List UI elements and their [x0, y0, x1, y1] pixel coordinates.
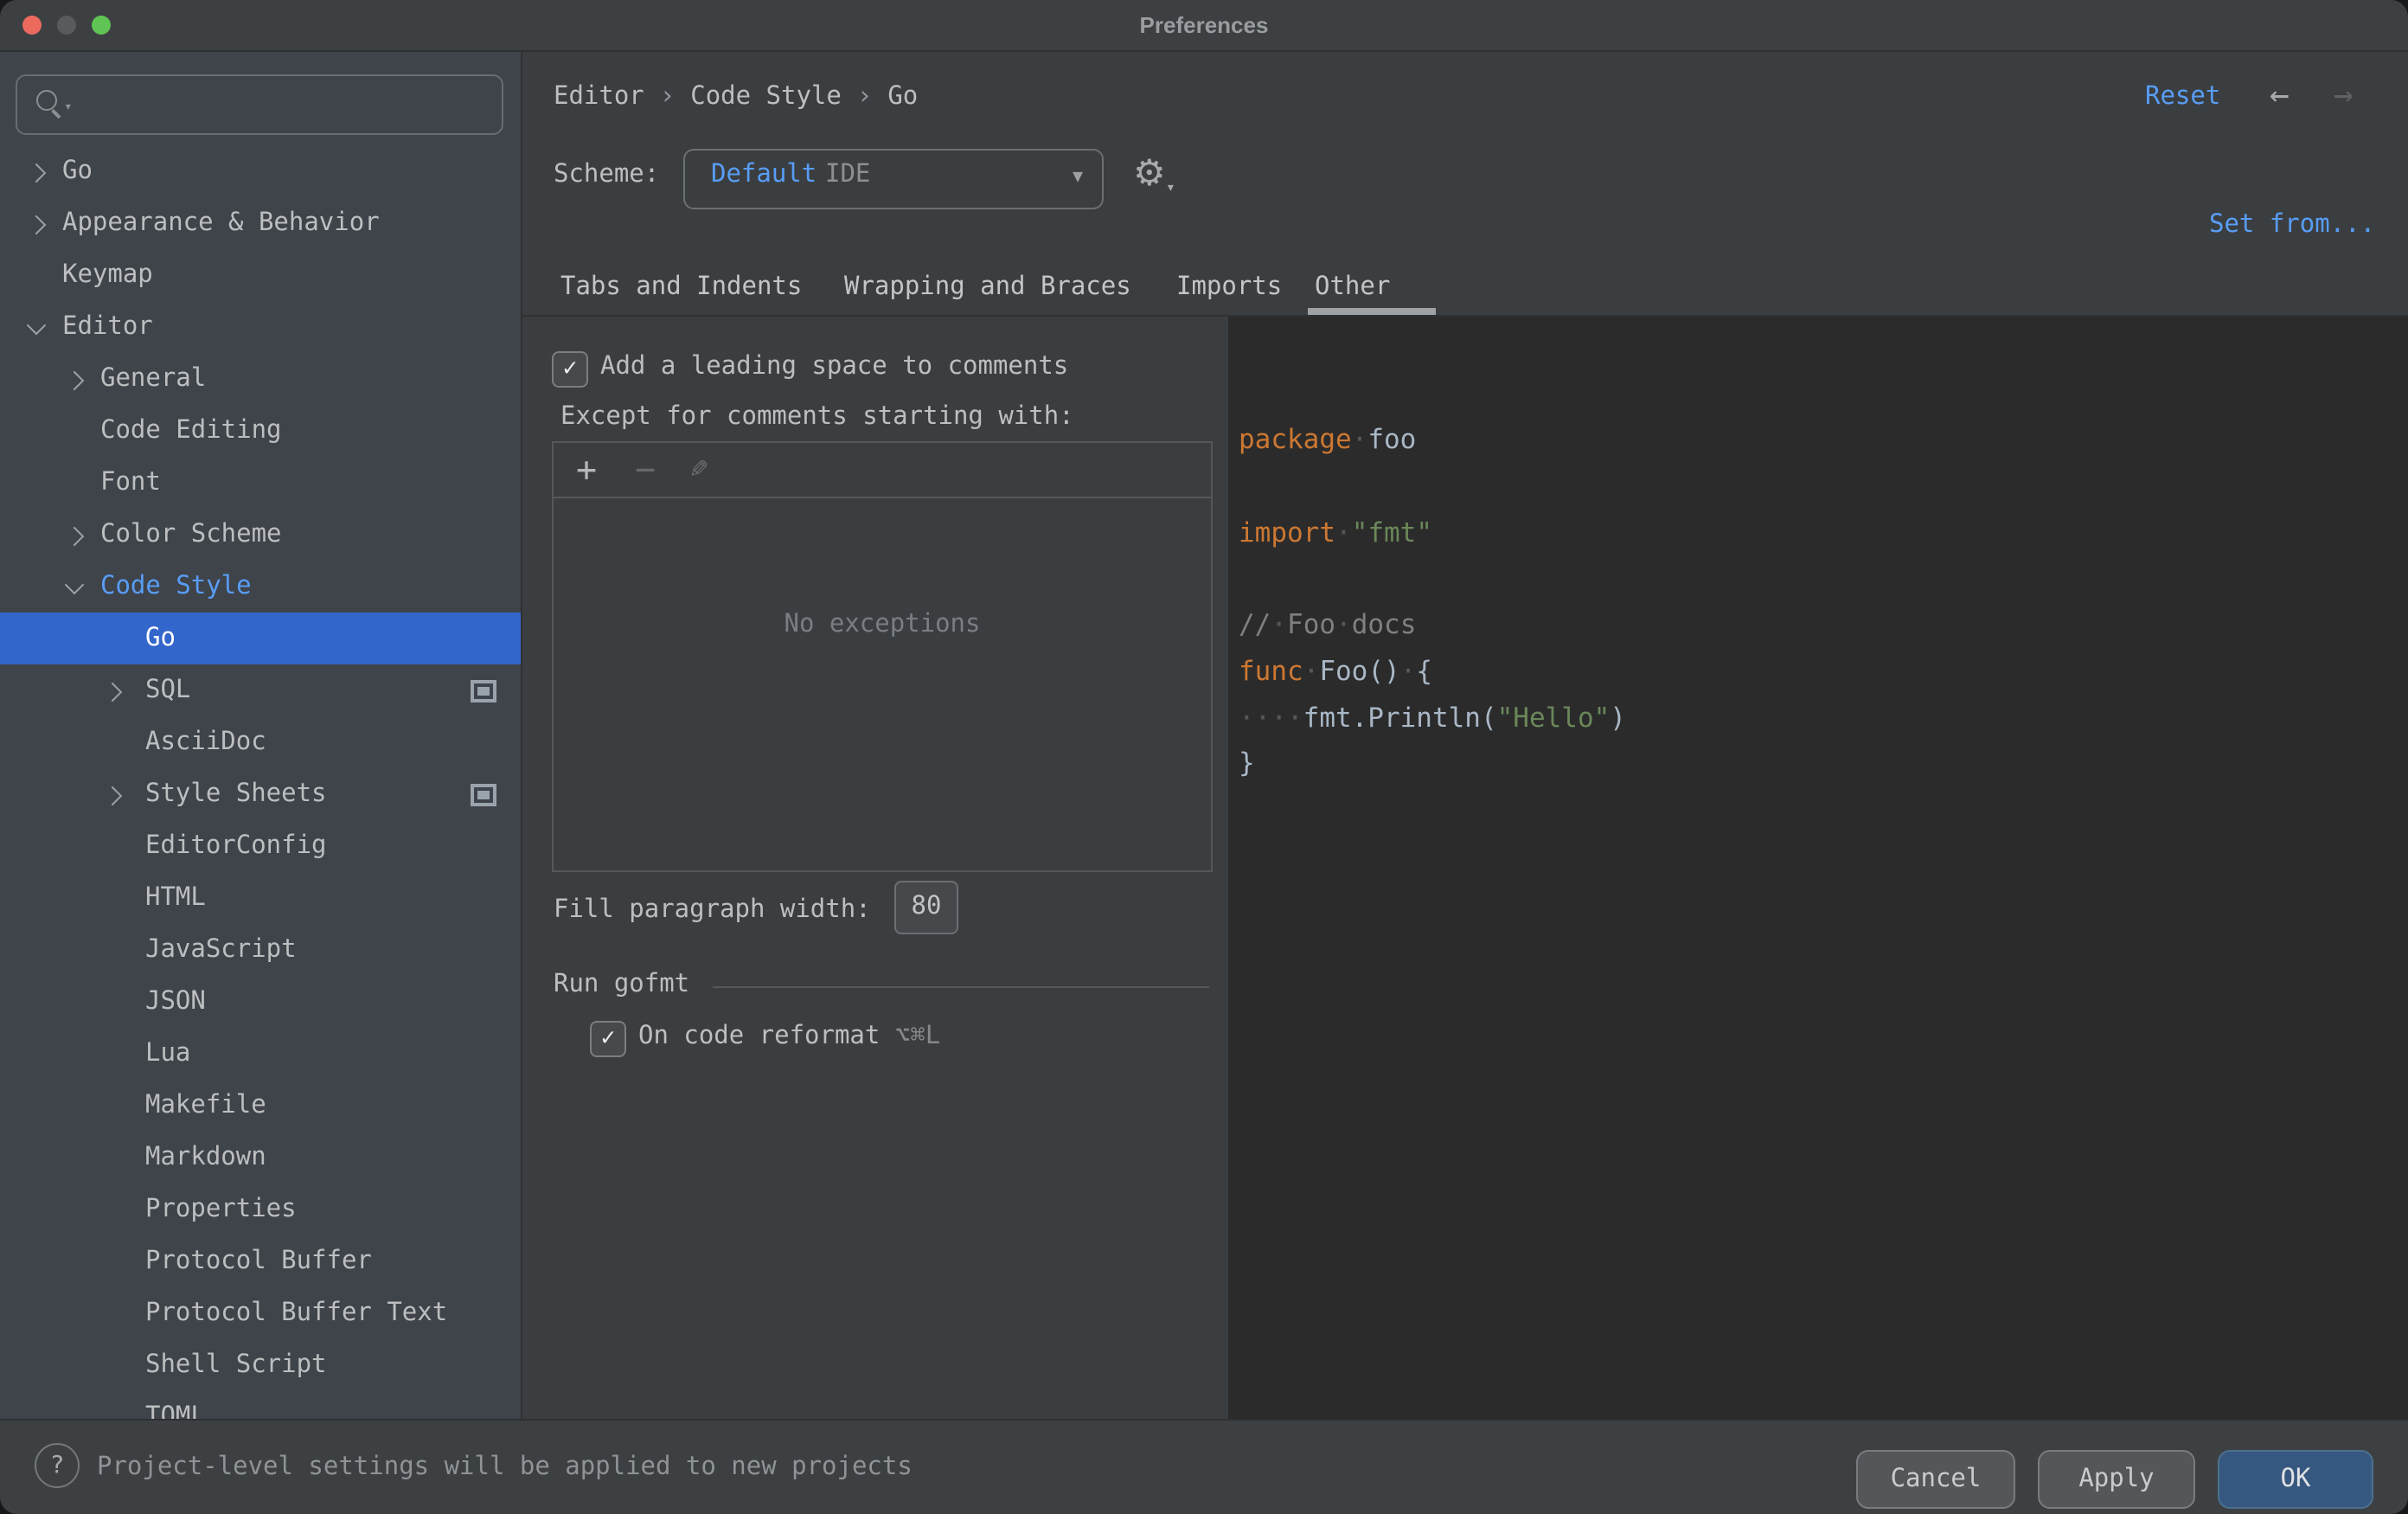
forward-arrow-icon: →	[2334, 76, 2354, 114]
breadcrumb-separator: ›	[644, 83, 690, 111]
chevron-right-icon[interactable]	[65, 371, 85, 391]
sidebar-item-markdown[interactable]: Markdown	[0, 1132, 521, 1184]
help-icon[interactable]: ?	[35, 1443, 80, 1488]
sidebar-item-color-scheme[interactable]: Color Scheme	[0, 509, 521, 561]
ok-button[interactable]: OK	[2218, 1450, 2373, 1509]
sidebar-item-properties[interactable]: Properties	[0, 1184, 521, 1235]
sidebar-item-editor[interactable]: Editor	[0, 301, 521, 353]
sidebar-item-makefile[interactable]: Makefile	[0, 1080, 521, 1132]
exceptions-list-panel: + − ✎ No exceptions	[552, 441, 1213, 872]
code-line: ····fmt.Println("Hello")	[1239, 695, 2408, 741]
sidebar-item-toml[interactable]: TOML	[0, 1391, 521, 1419]
sidebar-item-protocol-buffer[interactable]: Protocol Buffer	[0, 1235, 521, 1287]
tab-other[interactable]: Other	[1315, 273, 1390, 301]
settings-tree: Go Appearance & Behavior Keymap Editor G…	[0, 145, 521, 1419]
exceptions-empty-text: No exceptions	[554, 611, 1211, 638]
remove-exception-icon: −	[635, 443, 656, 497]
chevron-right-icon[interactable]	[103, 786, 123, 806]
sidebar-item-code-style[interactable]: Code Style	[0, 561, 521, 613]
breadcrumb-separator: ›	[842, 83, 887, 111]
sidebar-item-font[interactable]: Font	[0, 457, 521, 509]
gear-caret-icon[interactable]: ▾	[1166, 180, 1175, 197]
modified-settings-icon	[471, 784, 496, 806]
sidebar-item-code-editing[interactable]: Code Editing	[0, 405, 521, 457]
on-code-reformat-label: On code reformat ⌥⌘L	[638, 1023, 940, 1050]
code-line: func·Foo()·{	[1239, 649, 2408, 695]
breadcrumb: Editor›Code Style›Go	[554, 83, 918, 111]
edit-exception-icon: ✎	[690, 443, 708, 497]
chevron-right-icon[interactable]	[27, 164, 47, 183]
sidebar-item-go-top[interactable]: Go	[0, 145, 521, 197]
set-from-link[interactable]: Set from...	[2209, 211, 2375, 239]
window-title: Preferences	[0, 0, 2408, 50]
reset-link[interactable]: Reset	[2145, 83, 2220, 111]
scheme-dropdown[interactable]: Default IDE ▼	[683, 149, 1104, 209]
footer-hint-text: Project-level settings will be applied t…	[97, 1453, 913, 1481]
on-code-reformat-shortcut: ⌥⌘L	[895, 1023, 940, 1050]
search-input[interactable]: ▾	[16, 74, 503, 135]
footer-bar: ? Project-level settings will be applied…	[0, 1419, 2408, 1514]
code-preview-panel: package·foo import·"fmt" //·Foo·docsfunc…	[1228, 317, 2408, 1419]
breadcrumb-go: Go	[887, 83, 918, 111]
sidebar-item-appearance-behavior[interactable]: Appearance & Behavior	[0, 197, 521, 249]
add-exception-icon[interactable]: +	[576, 443, 597, 497]
code-line: //·Foo·docs	[1239, 602, 2408, 648]
code-line: import·"fmt"	[1239, 510, 2408, 556]
on-code-reformat-checkbox[interactable]: ✓	[590, 1021, 626, 1057]
fill-paragraph-width-label: Fill paragraph width:	[554, 896, 871, 924]
sidebar-item-go-selected[interactable]: Go	[0, 613, 521, 664]
code-line: package·foo	[1239, 418, 2408, 464]
tab-imports[interactable]: Imports	[1176, 273, 1282, 301]
code-line	[1239, 464, 2408, 510]
tab-wrapping-and-braces[interactable]: Wrapping and Braces	[844, 273, 1131, 301]
sidebar-item-asciidoc[interactable]: AsciiDoc	[0, 716, 521, 768]
dropdown-arrow-icon[interactable]: ▼	[1073, 168, 1083, 187]
code-line	[1239, 556, 2408, 602]
leading-space-label: Add a leading space to comments	[600, 353, 1068, 381]
tab-tabs-and-indents[interactable]: Tabs and Indents	[560, 273, 802, 301]
sidebar-item-general[interactable]: General	[0, 353, 521, 405]
fill-paragraph-width-input[interactable]: 80	[894, 881, 958, 934]
sidebar-item-json[interactable]: JSON	[0, 976, 521, 1028]
active-tab-indicator	[1308, 308, 1436, 315]
sidebar-item-sql[interactable]: SQL	[0, 664, 521, 716]
sidebar-item-javascript[interactable]: JavaScript	[0, 924, 521, 976]
sidebar-item-protocol-buffer-text[interactable]: Protocol Buffer Text	[0, 1287, 521, 1339]
breadcrumb-code-style[interactable]: Code Style	[690, 83, 842, 111]
sidebar-item-lua[interactable]: Lua	[0, 1028, 521, 1080]
sidebar-item-keymap[interactable]: Keymap	[0, 249, 521, 301]
modified-settings-icon	[471, 680, 496, 702]
scheme-label: Scheme:	[554, 161, 659, 189]
search-icon-tail	[52, 109, 61, 119]
leading-space-checkbox[interactable]: ✓	[552, 351, 588, 388]
search-icon	[36, 90, 57, 111]
scheme-selected-value: Default	[711, 161, 817, 189]
breadcrumb-editor[interactable]: Editor	[554, 83, 644, 111]
run-gofmt-group-label: Run gofmt	[554, 971, 689, 998]
title-bar: Preferences	[0, 0, 2408, 52]
gear-icon[interactable]: ⚙	[1133, 152, 1166, 194]
sidebar-item-html[interactable]: HTML	[0, 872, 521, 924]
code-line: }	[1239, 741, 2408, 787]
sidebar-item-shell-script[interactable]: Shell Script	[0, 1339, 521, 1391]
chevron-right-icon[interactable]	[103, 683, 123, 702]
exceptions-toolbar: + − ✎	[554, 443, 1211, 498]
back-arrow-icon[interactable]: ←	[2270, 76, 2290, 114]
settings-sidebar: ▾ Go Appearance & Behavior Keymap Editor…	[0, 52, 522, 1419]
chevron-right-icon[interactable]	[65, 527, 85, 547]
preferences-window: Preferences ▾ Go Appearance & Behavior K…	[0, 0, 2408, 1514]
sidebar-item-editorconfig[interactable]: EditorConfig	[0, 820, 521, 872]
search-options-caret-icon[interactable]: ▾	[64, 99, 73, 114]
chevron-down-icon[interactable]	[65, 575, 85, 595]
run-gofmt-group-line	[713, 986, 1209, 988]
sidebar-item-style-sheets[interactable]: Style Sheets	[0, 768, 521, 820]
chevron-down-icon[interactable]	[27, 316, 47, 336]
code-lines: package·foo import·"fmt" //·Foo·docsfunc…	[1228, 409, 2408, 787]
apply-button[interactable]: Apply	[2038, 1450, 2195, 1509]
scheme-value-suffix: IDE	[825, 161, 870, 189]
except-comments-label: Except for comments starting with:	[560, 403, 1074, 431]
chevron-right-icon[interactable]	[27, 215, 47, 235]
cancel-button[interactable]: Cancel	[1856, 1450, 2015, 1509]
